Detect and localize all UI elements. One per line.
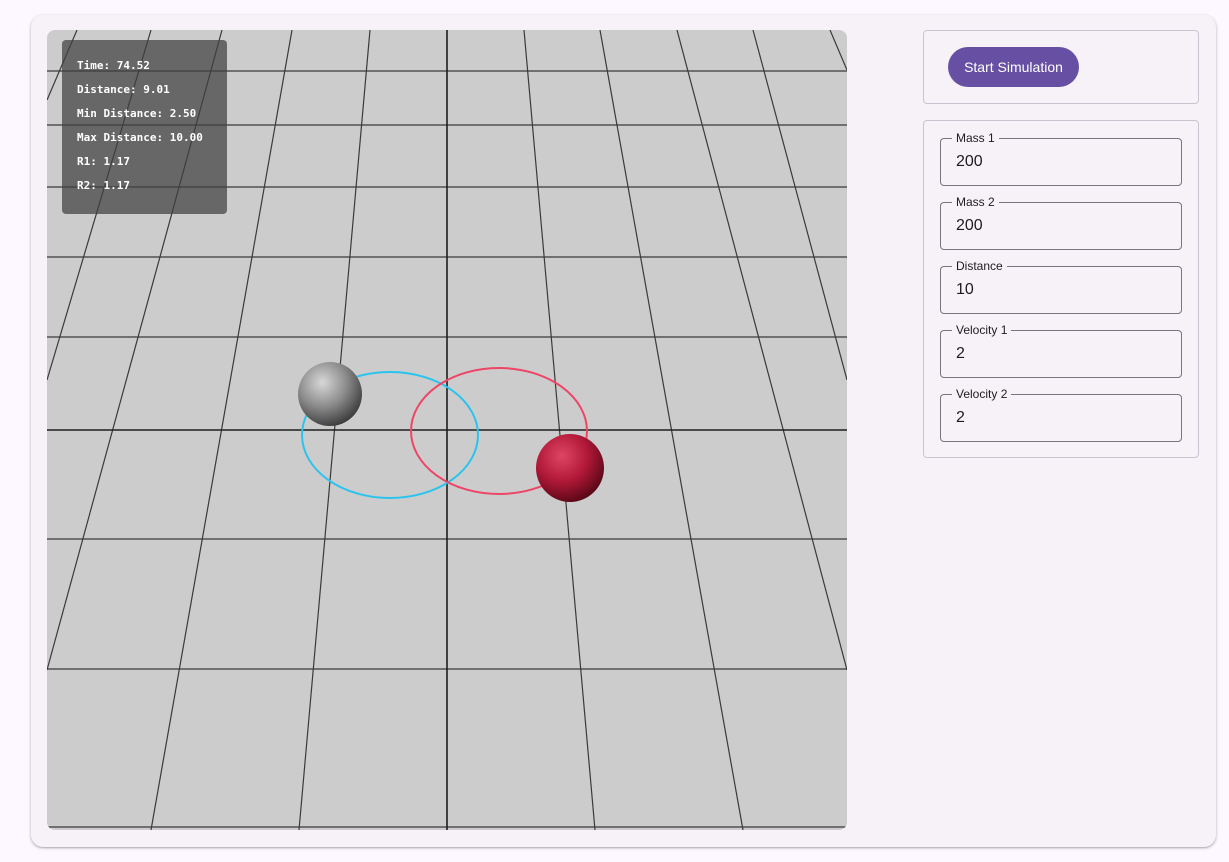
parameters-panel: Mass 1 200 Mass 2 200 Distance 10 Veloci… [923, 120, 1199, 458]
mass-2-field[interactable]: Mass 2 200 [940, 194, 1182, 250]
mass-1-field[interactable]: Mass 1 200 [940, 130, 1182, 186]
stat-min-distance: Min Distance: 2.50 [77, 107, 197, 120]
body-1-sphere [298, 362, 362, 426]
distance-label: Distance [952, 258, 1007, 274]
velocity-2-value[interactable]: 2 [956, 408, 965, 428]
velocity-1-label: Velocity 1 [952, 322, 1012, 338]
velocity-2-field[interactable]: Velocity 2 2 [940, 386, 1182, 442]
mass-1-value[interactable]: 200 [956, 152, 983, 172]
stat-max-distance: Max Distance: 10.00 [77, 131, 203, 144]
mass-2-value[interactable]: 200 [956, 216, 983, 236]
simulation-viewport[interactable]: Time: 74.52 Distance: 9.01 Min Distance:… [47, 30, 847, 830]
controls-panel: Start Simulation [923, 30, 1199, 104]
stat-distance: Distance: 9.01 [77, 83, 170, 96]
velocity-1-field[interactable]: Velocity 1 2 [940, 322, 1182, 378]
velocity-2-label: Velocity 2 [952, 386, 1012, 402]
distance-value[interactable]: 10 [956, 280, 974, 300]
stats-overlay: Time: 74.52 Distance: 9.01 Min Distance:… [62, 40, 227, 214]
mass-2-label: Mass 2 [952, 194, 999, 210]
velocity-1-value[interactable]: 2 [956, 344, 965, 364]
body-2-sphere [536, 434, 604, 502]
stat-time: Time: 74.52 [77, 59, 150, 72]
stat-r1: R1: 1.17 [77, 155, 130, 168]
distance-field[interactable]: Distance 10 [940, 258, 1182, 314]
stat-r2: R2: 1.17 [77, 179, 130, 192]
mass-1-label: Mass 1 [952, 130, 999, 146]
start-simulation-button[interactable]: Start Simulation [948, 47, 1079, 87]
